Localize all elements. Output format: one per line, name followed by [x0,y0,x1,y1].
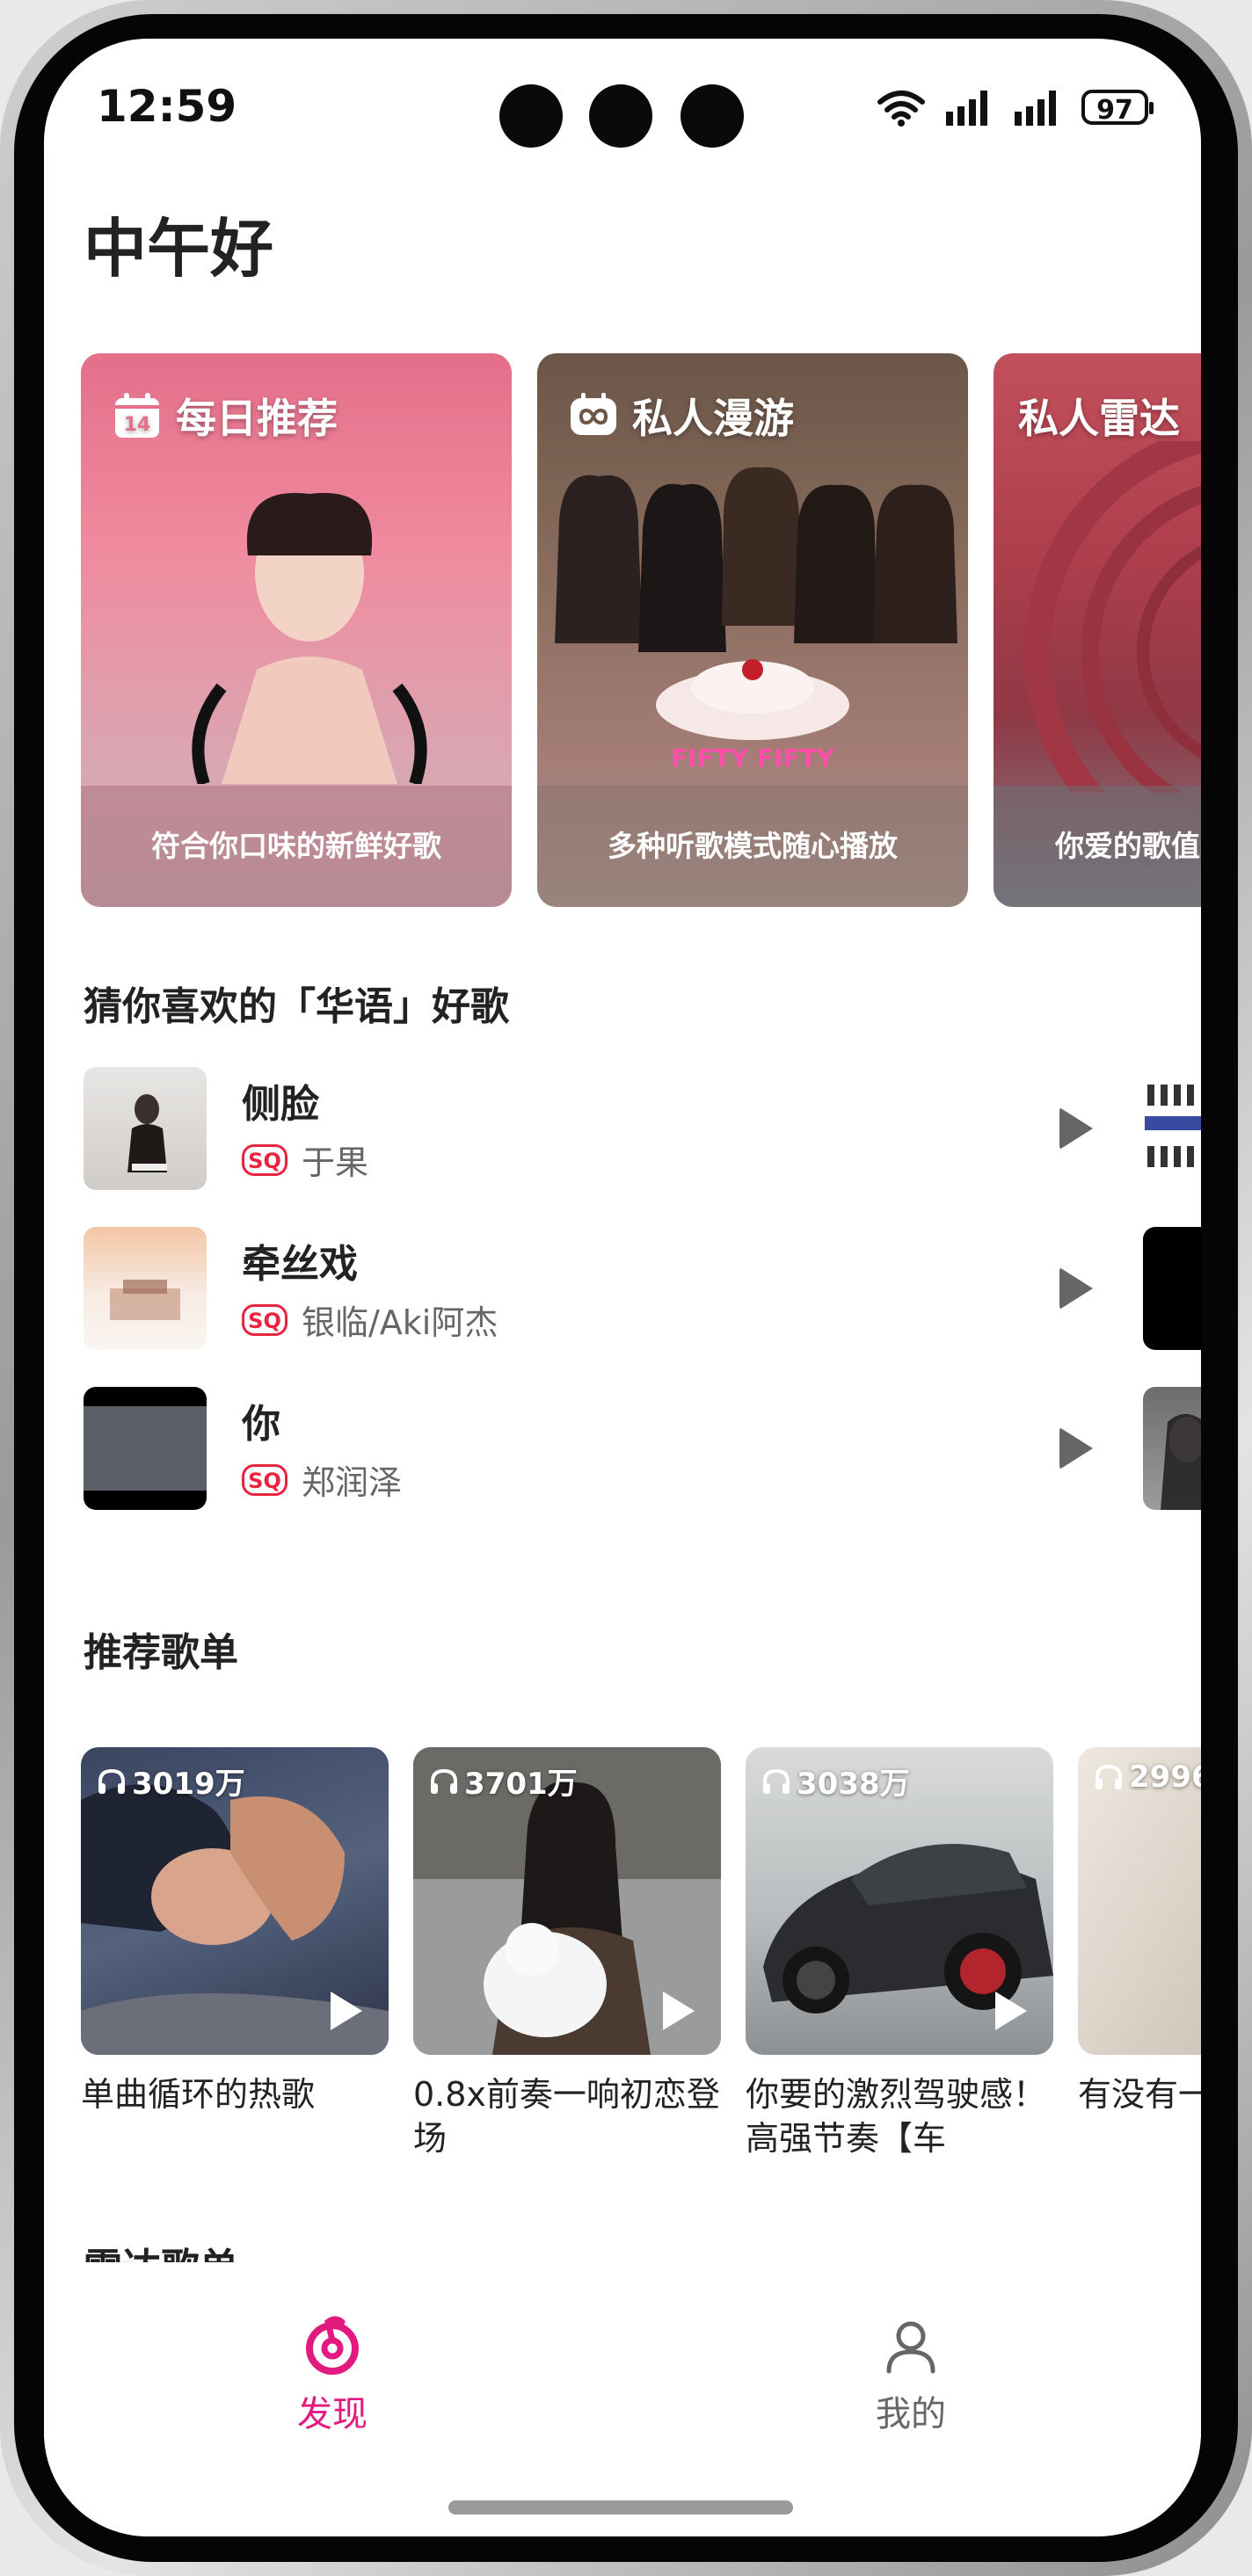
playlist-card[interactable]: 2996 有没有一首歌戳内心 [1078,1747,1201,2160]
album-art: FIFTY FIFTY [555,467,957,773]
playlist-cover: 3701万 [413,1747,721,2055]
battery-indicator: 97 [1081,90,1154,126]
song-name: 你 [242,1402,280,1447]
home-indicator[interactable] [448,2500,793,2514]
card-title-text: 私人雷达 [1018,395,1180,442]
song-row[interactable]: 侧脸 SQ 于果 [84,1067,1093,1190]
playlist-name: 你要的激烈驾驶感！高强节奏【车 [746,2075,1047,2158]
playlist-section-title: 推荐歌单 [84,1630,238,1675]
play-icon[interactable] [331,1992,362,2030]
card-title-text: 私人漫游 [632,395,794,442]
playlist-cover: 3038万 [746,1747,1053,2055]
play-icon[interactable] [1059,1427,1093,1469]
camera-cutout [589,84,652,148]
sq-badge: SQ [242,1463,288,1496]
song-cover-peek[interactable] [1143,1227,1201,1350]
guess-section-title: 猜你喜欢的「华语」好歌 [84,984,509,1029]
play-count: 3038万 [761,1760,910,1803]
playlist-card[interactable]: 3701万 0.8x前奏一响初恋登场 [413,1747,721,2160]
tab-mine[interactable]: 我的 [823,2315,999,2436]
person-icon [886,2321,935,2374]
play-icon[interactable] [995,1992,1027,2030]
song-cover-peek[interactable] [1143,1387,1201,1510]
card-title: 私人漫游 [569,387,794,445]
card-title: 14 每日推荐 [113,387,338,445]
calendar-icon: 14 [115,393,159,438]
headphones-icon [763,1768,790,1794]
vinyl-record-icon [1024,441,1201,793]
playlist-name: 单曲循环的热歌 [81,2075,316,2114]
headphones-icon [1096,1764,1122,1789]
private-radar-card[interactable]: 私人雷达 你爱的歌值 [994,353,1201,907]
playlist-cover: 2996 [1078,1747,1201,2055]
play-icon[interactable] [1059,1107,1093,1150]
bottom-tab-bar: 发现 我的 [44,2262,1201,2438]
calendar-day: 14 [124,414,151,436]
song-artist: 郑润泽 [302,1463,403,1502]
playlist-card[interactable]: 3019万 单曲循环的热歌 [81,1747,389,2160]
infinity-icon [571,393,616,435]
play-icon[interactable] [663,1992,695,2030]
tab-label: 我的 [876,2394,946,2435]
playlist-card[interactable]: 3038万 你要的激烈驾驶感！高强节奏【车 [746,1747,1053,2160]
card-title-text: 每日推荐 [176,395,338,442]
song-meta: SQ 于果 [242,1136,368,1184]
tab-label: 发现 [297,2394,368,2435]
song-artist: 银临/Aki阿杰 [302,1303,499,1342]
headphones-icon [431,1768,457,1794]
song-name: 侧脸 [242,1082,319,1127]
song-meta: SQ 银临/Aki阿杰 [242,1295,498,1344]
netease-music-icon [306,2316,359,2375]
card-subtitle: 多种听歌模式随心播放 [537,786,968,907]
card-subtitle: 你爱的歌值 [994,786,1201,907]
status-icons: 97 [877,88,1154,127]
svg-text:FIFTY FIFTY: FIFTY FIFTY [671,744,835,773]
playlist-cover: 3019万 [81,1747,389,2055]
song-meta: SQ 郑润泽 [242,1455,402,1504]
app-screen: 12:59 97 中午好 14 每日推荐 符合你口味的新鲜好歌 FIFTY FI… [44,39,1201,2536]
daily-recommend-card[interactable]: 14 每日推荐 符合你口味的新鲜好歌 [81,353,512,907]
song-artist: 于果 [302,1143,369,1182]
play-count: 2996 [1094,1760,1201,1795]
signal-icon [1015,91,1056,126]
song-row[interactable]: 牵丝戏 SQ 银临/Aki阿杰 [84,1227,1093,1350]
camera-cutout [499,84,563,148]
status-time: 12:59 [97,81,237,132]
song-cover [84,1227,207,1350]
song-name: 牵丝戏 [242,1242,358,1287]
play-icon[interactable] [1059,1267,1093,1310]
play-count: 3701万 [429,1760,578,1803]
card-title: 私人雷达 [1018,387,1180,445]
sq-badge: SQ [242,1143,288,1176]
album-art [192,492,427,784]
playlist-name: 0.8x前奏一响初恋登场 [413,2075,720,2158]
headphones-icon [98,1768,125,1794]
greeting-title: 中午好 [84,212,274,286]
signal-icon [946,91,987,126]
song-cover [84,1387,207,1510]
wifi-icon [877,91,925,127]
camera-cutout [681,84,744,148]
song-cover-peek[interactable] [1143,1067,1201,1190]
playlist-name: 有没有一首歌戳内心 [1078,2075,1201,2114]
sq-badge: SQ [242,1303,288,1336]
play-count: 3019万 [97,1760,245,1803]
private-roam-card[interactable]: FIFTY FIFTY 私人漫游 多种听歌模式随心播放 [537,353,968,907]
card-subtitle: 符合你口味的新鲜好歌 [81,786,512,907]
tab-discover[interactable]: 发现 [244,2315,420,2436]
song-row[interactable]: 你 SQ 郑润泽 [84,1387,1093,1510]
song-cover [84,1067,207,1190]
